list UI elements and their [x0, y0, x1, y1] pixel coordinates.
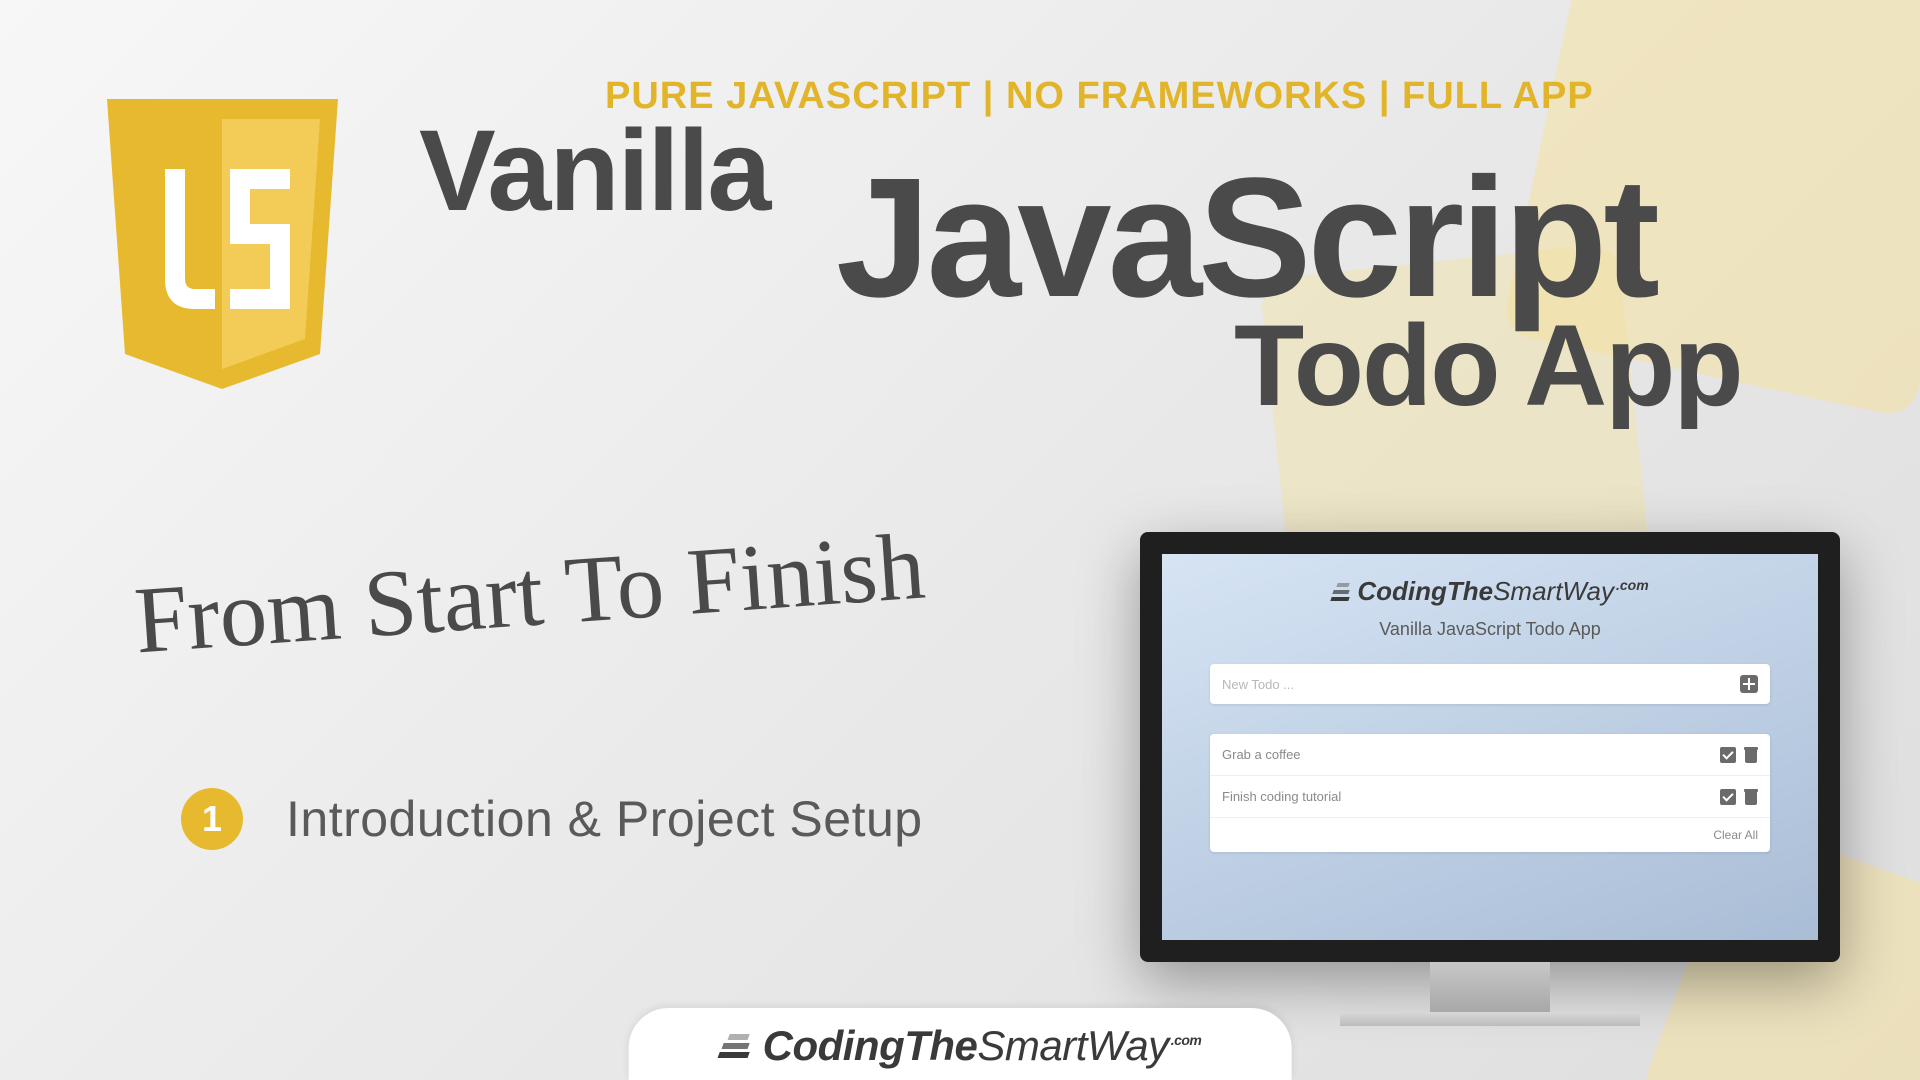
brand-tld: .com — [1171, 1032, 1202, 1048]
brand-bold: CodingThe — [763, 1022, 978, 1069]
new-todo-input[interactable]: New Todo ... — [1210, 664, 1770, 704]
javascript-logo-icon — [95, 99, 350, 394]
preview-brand-tld: .com — [1616, 577, 1649, 593]
preview-brand-text: CodingTheSmartWay.com — [1357, 576, 1648, 607]
complete-checkbox-icon[interactable] — [1720, 789, 1736, 805]
brand-thin: SmartWay — [977, 1022, 1168, 1069]
app-preview-monitor: CodingTheSmartWay.com Vanilla JavaScript… — [1140, 532, 1840, 1026]
delete-trash-icon[interactable] — [1744, 747, 1758, 763]
footer-brand-text: CodingTheSmartWay.com — [763, 1022, 1202, 1070]
brand-bars-icon — [1331, 583, 1349, 601]
todo-list: Grab a coffee Finish coding tutorial Cle… — [1210, 734, 1770, 852]
preview-brand-bold: CodingThe — [1357, 576, 1493, 606]
clear-all-button[interactable]: Clear All — [1210, 818, 1770, 852]
preview-app-title: Vanilla JavaScript Todo App — [1379, 619, 1600, 640]
todo-item: Grab a coffee — [1210, 734, 1770, 776]
preview-brand: CodingTheSmartWay.com — [1331, 576, 1648, 607]
preview-brand-thin: SmartWay — [1493, 576, 1614, 606]
add-todo-icon[interactable] — [1740, 675, 1758, 693]
delete-trash-icon[interactable] — [1744, 789, 1758, 805]
monitor-screen: CodingTheSmartWay.com Vanilla JavaScript… — [1140, 532, 1840, 962]
episode-number-badge: 1 — [181, 788, 243, 850]
complete-checkbox-icon[interactable] — [1720, 747, 1736, 763]
monitor-base — [1340, 1012, 1640, 1026]
todo-item-text: Grab a coffee — [1222, 747, 1301, 762]
brand-bars-icon — [719, 1034, 749, 1058]
title-line-1: Vanilla — [419, 105, 769, 237]
monitor-stand — [1430, 962, 1550, 1012]
thumbnail-canvas: PURE JAVASCRIPT | NO FRAMEWORKS | FULL A… — [0, 0, 1920, 1080]
new-todo-placeholder: New Todo ... — [1222, 677, 1294, 692]
subtitle-script: From Start To Finish — [131, 511, 928, 676]
footer-brand-pill: CodingTheSmartWay.com — [629, 1008, 1292, 1080]
episode-title: Introduction & Project Setup — [286, 790, 923, 848]
todo-item-text: Finish coding tutorial — [1222, 789, 1341, 804]
episode-number: 1 — [202, 798, 222, 840]
title-line-3: Todo App — [1234, 300, 1742, 432]
todo-item: Finish coding tutorial — [1210, 776, 1770, 818]
